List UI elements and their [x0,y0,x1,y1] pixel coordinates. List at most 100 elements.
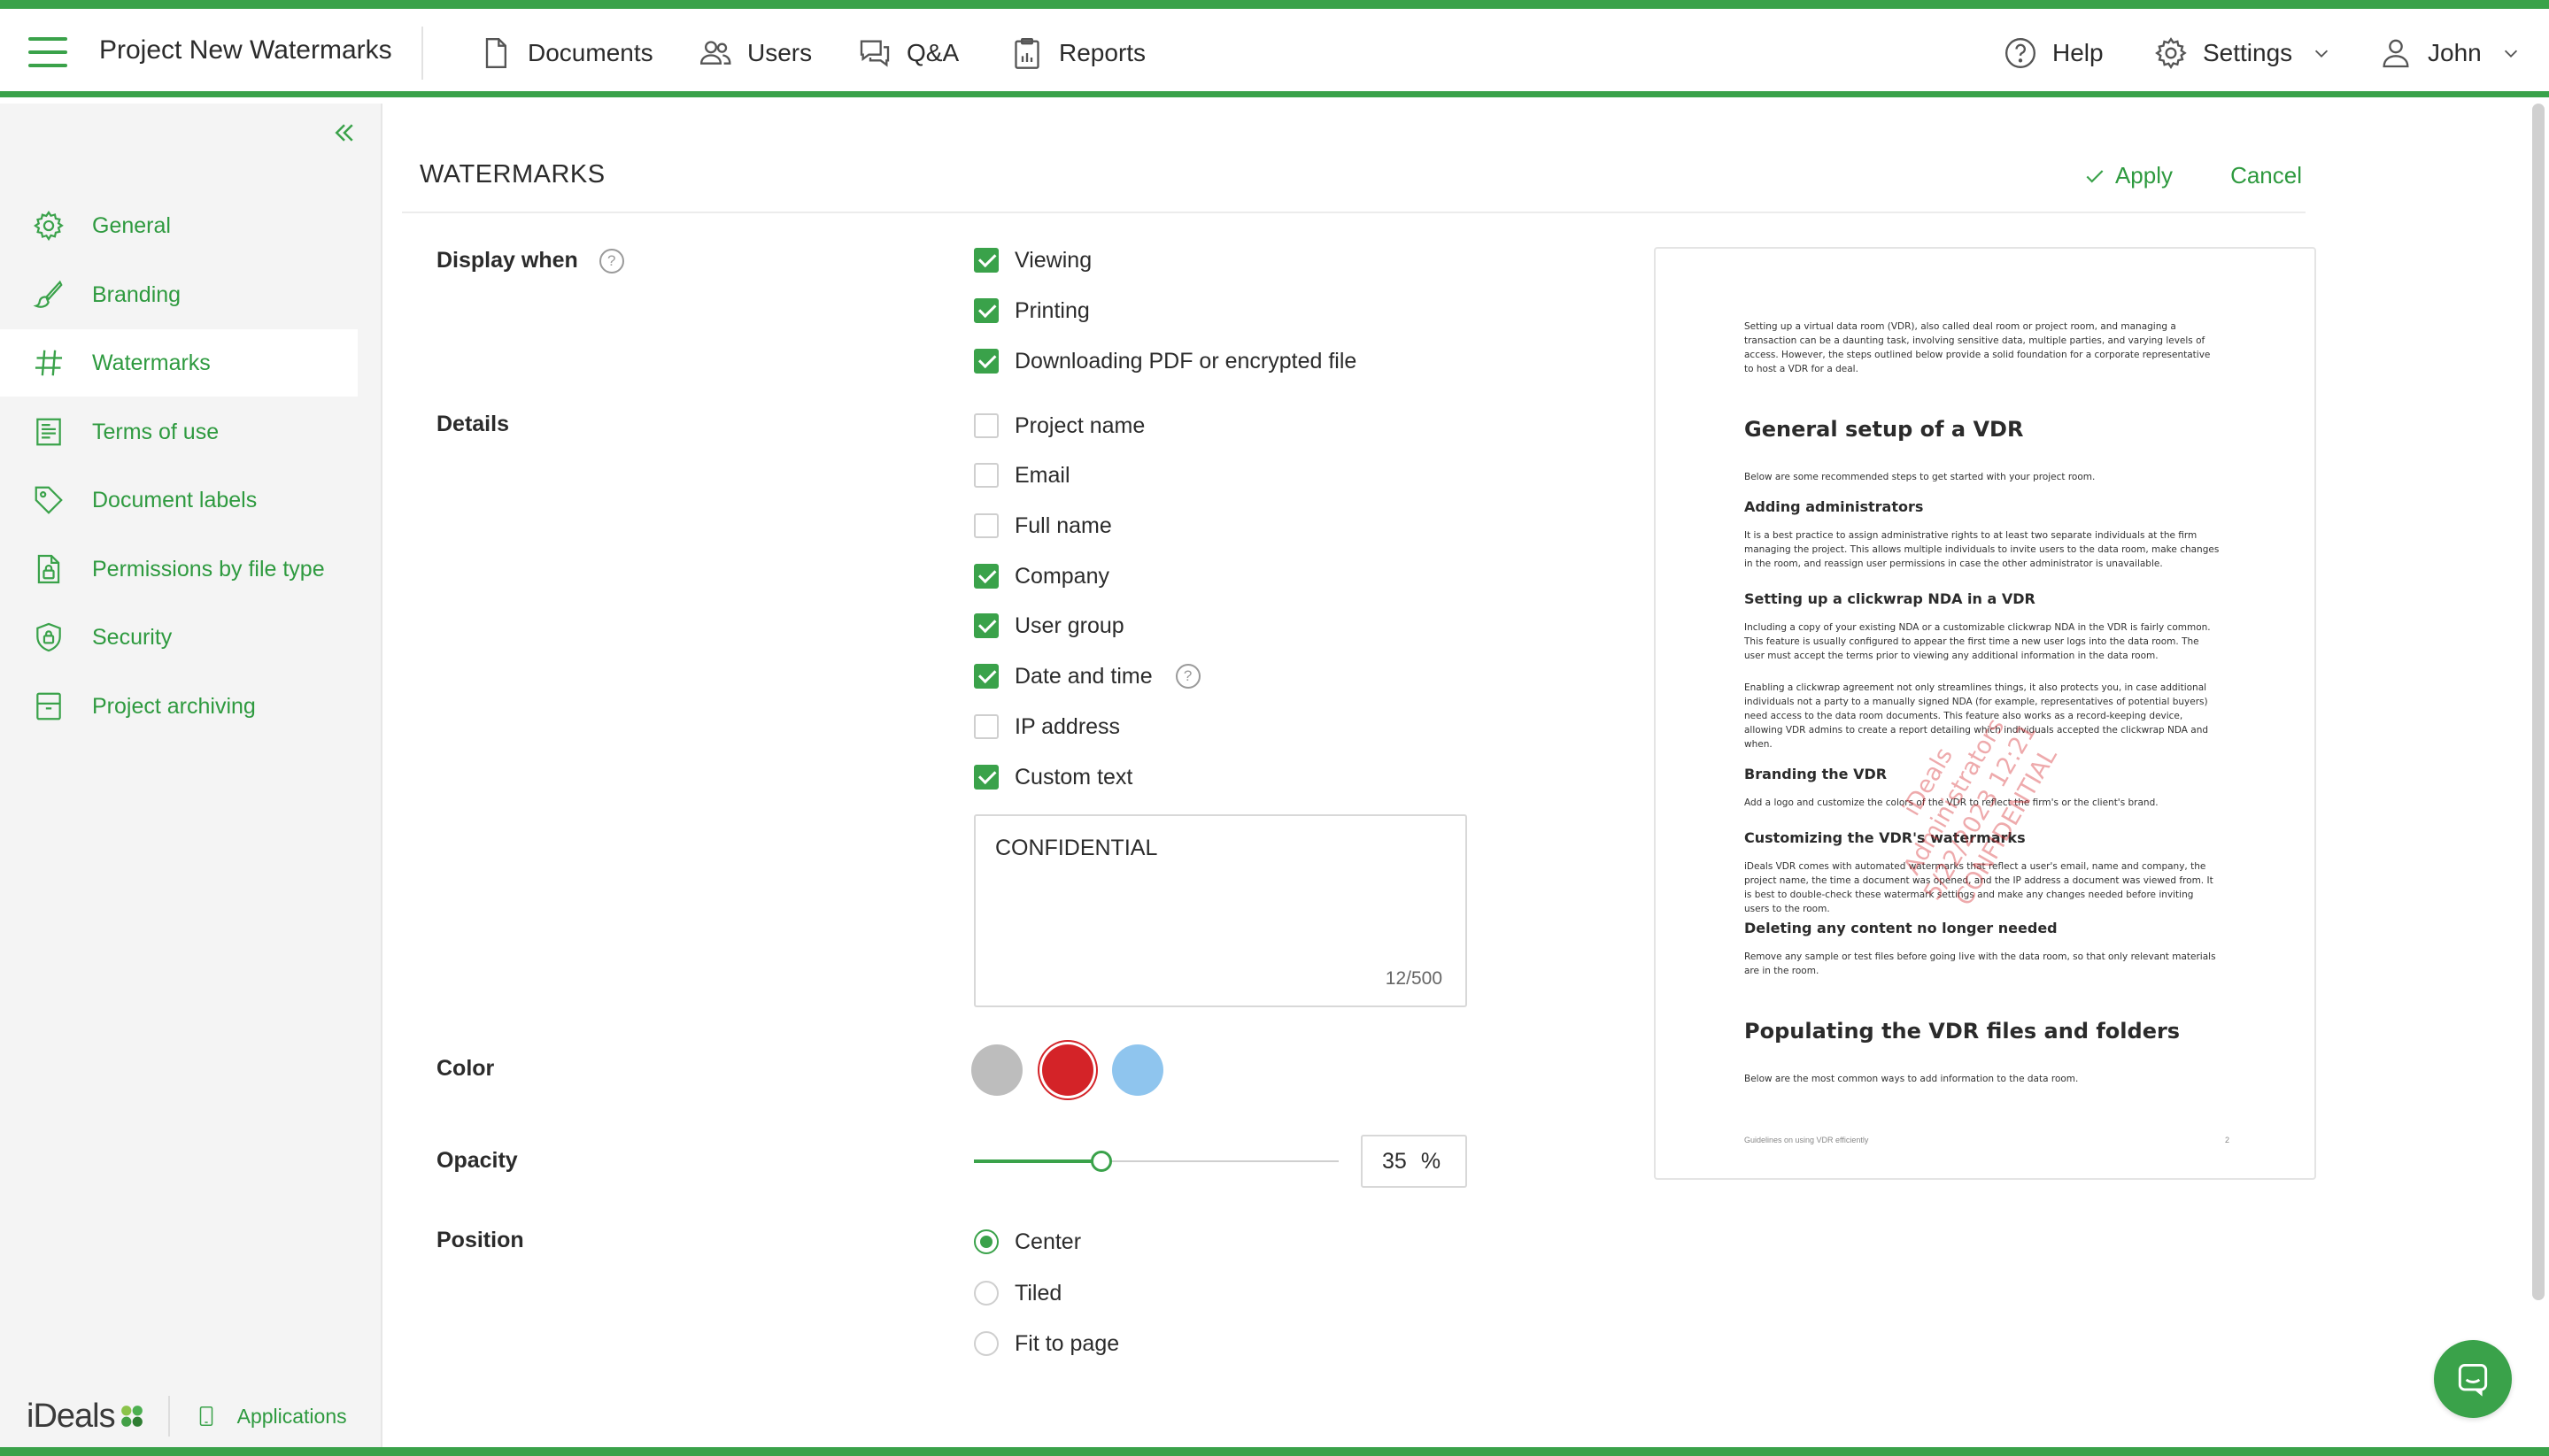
collapse-sidebar-icon[interactable] [331,119,358,146]
opacity-unit: % [1420,1148,1441,1174]
checkbox-box[interactable] [974,513,999,538]
checkbox-label: Email [1015,462,1070,488]
sidebar-item-label: Document labels [92,487,258,512]
preview-page-number: 2 [2224,1136,2229,1144]
preview-subheading: Deleting any content no longer needed [1744,920,2058,936]
sidebar-item-branding[interactable]: Branding [0,261,358,328]
sidebar-item-document-labels[interactable]: Document labels [0,466,358,534]
opacity-slider-fill [974,1159,1102,1163]
checkbox-label: IP address [1015,713,1121,739]
apply-button[interactable]: Apply [2083,162,2173,189]
radio-button[interactable] [974,1281,999,1306]
hamburger-menu-icon[interactable] [28,37,67,69]
preview-subheading: Setting up a clickwrap NDA in a VDR [1744,590,2035,607]
position-label: Position [436,1228,524,1252]
sidebar-item-general[interactable]: General [0,192,358,259]
checkbox-label: Full name [1015,512,1112,538]
top-accent-strip [0,0,2549,9]
radio-center[interactable]: Center [974,1228,1081,1256]
footer-divider [167,1396,170,1437]
checkbox-box[interactable] [974,664,999,689]
sidebar-item-security[interactable]: Security [0,604,358,671]
help-button[interactable]: Help [2003,32,2104,74]
sidebar-item-watermarks[interactable]: Watermarks [0,329,358,397]
checkbox-email[interactable]: Email [974,461,1070,489]
checkbox-printing[interactable]: Printing [974,297,1090,325]
header-divider [421,27,423,80]
checkbox-box[interactable] [974,613,999,638]
sidebar-item-terms-of-use[interactable]: Terms of use [0,398,358,466]
checkbox-downloading[interactable]: Downloading PDF or encrypted file [974,347,1356,375]
cancel-button[interactable]: Cancel [2230,162,2302,189]
radio-label: Center [1015,1229,1082,1254]
checkbox-box[interactable] [974,463,999,488]
sidebar-item-permissions-by-file-type[interactable]: Permissions by file type [0,535,358,603]
checkbox-ip-address[interactable]: IP address [974,713,1120,741]
checkbox-box[interactable] [974,413,999,438]
checkbox-label: Custom text [1015,764,1133,790]
sidebar-item-label: General [92,212,171,238]
clover-logo-icon [120,1406,143,1427]
gear-icon [33,210,64,242]
checkbox-full-name[interactable]: Full name [974,512,1112,540]
checkbox-date-and-time[interactable]: Date and time? [974,662,1201,690]
radio-button[interactable] [974,1331,999,1356]
user-label: John [2428,39,2482,66]
user-menu[interactable]: John [2378,32,2521,74]
preview-text: Remove any sample or test files before g… [1744,951,2216,976]
custom-text-input[interactable]: CONFIDENTIAL 12/500 [974,814,1467,1007]
preview-footer-title: Guidelines on using VDR efficiently [1744,1136,1869,1144]
checkbox-label: Company [1015,563,1109,589]
color-swatch-red[interactable] [1042,1044,1093,1096]
nav-reports-label: Reports [1059,39,1147,66]
checkbox-project-name[interactable]: Project name [974,412,1145,440]
checkbox-viewing[interactable]: Viewing [974,246,1092,274]
radio-button[interactable] [974,1229,999,1254]
archive-icon [36,692,61,720]
color-swatch-blue[interactable] [1112,1044,1163,1096]
page-scrollbar[interactable] [2532,104,2545,1300]
radio-fit-to-page[interactable]: Fit to page [974,1329,1119,1358]
help-icon [2005,38,2035,68]
preview-text: Including a copy of your existing NDA or… [1744,622,2211,661]
display-when-label: Display when [436,248,578,273]
display-when-section: Display when ? [436,248,624,273]
checkbox-label: Project name [1015,412,1146,438]
sidebar-item-project-archiving[interactable]: Project archiving [0,673,358,740]
checkbox-box[interactable] [974,298,999,323]
checkbox-company[interactable]: Company [974,562,1109,590]
preview-intro: Setting up a virtual data room (VDR), al… [1744,321,2211,374]
opacity-label: Opacity [436,1148,518,1173]
mobile-phone-icon [199,1406,212,1427]
nav-reports[interactable]: Reports [1009,32,1146,74]
checkbox-box[interactable] [974,765,999,790]
applications-link[interactable]: Applications [195,1402,347,1430]
support-chat-button[interactable] [2434,1340,2512,1418]
sidebar-item-label: Branding [92,281,182,307]
checkbox-label: Date and time [1015,663,1153,689]
nav-documents[interactable]: Documents [478,32,653,74]
checkbox-box[interactable] [974,349,999,374]
checkbox-user-group[interactable]: User group [974,612,1124,640]
help-icon[interactable]: ? [599,248,624,273]
sidebar-item-label: Project archiving [92,693,256,719]
project-title: Project New Watermarks [99,35,392,65]
settings-menu[interactable]: Settings [2153,32,2331,74]
opacity-input[interactable]: 35 % [1361,1135,1467,1188]
nav-qa-label: Q&A [907,39,960,66]
preview-heading: General setup of a VDR [1744,417,2024,442]
checkbox-box[interactable] [974,714,999,739]
checkbox-custom-text[interactable]: Custom text [974,763,1132,791]
opacity-slider-handle[interactable] [1091,1151,1113,1172]
nav-users[interactable]: Users [698,32,812,74]
color-swatch-gray[interactable] [971,1044,1023,1096]
checkbox-label: Printing [1015,297,1090,323]
checkbox-box[interactable] [974,564,999,589]
checkbox-box[interactable] [974,248,999,273]
nav-qa[interactable]: Q&A [857,32,959,74]
checkbox-label: User group [1015,612,1124,638]
watermark-preview: Setting up a virtual data room (VDR), al… [1654,247,2316,1180]
opacity-slider[interactable] [974,1151,1339,1172]
radio-tiled[interactable]: Tiled [974,1279,1062,1307]
help-icon[interactable]: ? [1175,664,1201,689]
